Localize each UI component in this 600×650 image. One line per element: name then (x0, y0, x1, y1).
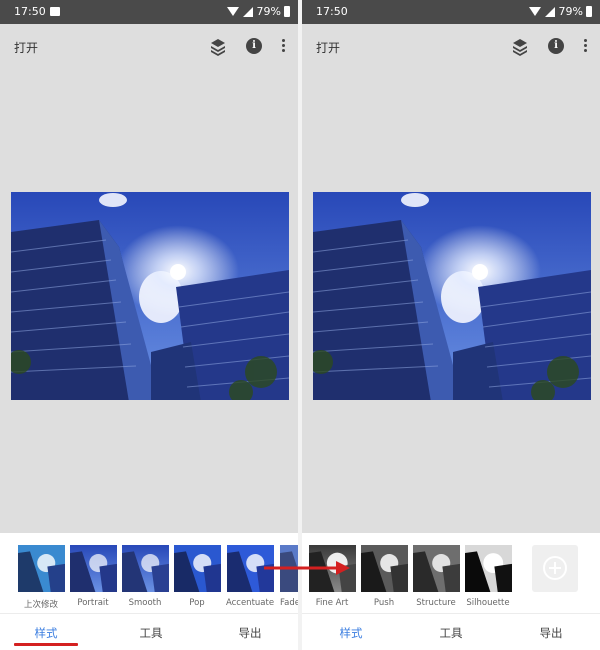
phone-screen-right: 17:50 79% 打开 i Fine Art Push Structure S… (302, 0, 600, 650)
open-button[interactable]: 打开 (14, 39, 38, 56)
filter-label: Fade (280, 598, 298, 608)
image-icon (50, 7, 60, 16)
battery-percent: 79% (256, 5, 281, 18)
filter-thumb-smooth[interactable] (122, 545, 169, 592)
tab-tools[interactable]: 工具 (116, 625, 186, 641)
app-bar: 打开 i (0, 24, 298, 70)
tab-styles[interactable]: 样式 (11, 625, 81, 641)
more-vert-icon[interactable] (282, 39, 286, 53)
layers-icon[interactable] (210, 38, 226, 56)
add-style-button[interactable] (532, 545, 578, 592)
signal-icon (544, 6, 555, 17)
filter-thumb-pop[interactable] (174, 545, 221, 592)
tab-export[interactable]: 导出 (516, 625, 586, 641)
add-style-icon (543, 556, 567, 580)
status-bar: 17:50 79% (0, 0, 298, 24)
building-photo (11, 192, 289, 400)
arrow-icon (264, 561, 350, 575)
tab-styles[interactable]: 样式 (316, 625, 386, 641)
filter-label: Fine Art (315, 598, 349, 608)
app-bar: 打开 i (302, 24, 600, 70)
wifi-icon (226, 7, 239, 16)
building-photo (313, 192, 591, 400)
filter-label: Pop (189, 598, 205, 608)
status-time: 17:50 (316, 5, 348, 18)
signal-icon (242, 6, 253, 17)
filter-thumb-push[interactable] (361, 545, 408, 592)
photo-preview (11, 192, 289, 400)
tab-tools[interactable]: 工具 (416, 625, 486, 641)
filter-thumb-portrait[interactable] (70, 545, 117, 592)
filter-label: Structure (416, 598, 456, 608)
filter-thumb-last-edit[interactable] (18, 545, 65, 592)
battery-icon (284, 6, 290, 17)
more-vert-icon[interactable] (584, 39, 588, 53)
info-icon[interactable]: i (548, 38, 564, 54)
battery-percent: 79% (558, 5, 583, 18)
filter-label: Silhouette (466, 598, 510, 608)
filter-thumb-structure[interactable] (413, 545, 460, 592)
filter-label: Smooth (128, 598, 162, 608)
filter-thumb-silhouette[interactable] (465, 545, 512, 592)
style-filter-strip: 上次修改 Portrait Smooth Pop Accentuate Fade (0, 533, 298, 613)
open-button[interactable]: 打开 (316, 39, 340, 56)
filter-label: Portrait (77, 598, 109, 608)
status-bar: 17:50 79% (302, 0, 600, 24)
phone-screen-left: 17:50 79% 打开 i 上次修改 Portrait Smooth Pop … (0, 0, 298, 650)
active-tab-indicator (14, 643, 78, 646)
info-icon[interactable]: i (246, 38, 262, 54)
filter-label: 上次修改 (23, 600, 58, 610)
photo-preview (313, 192, 591, 400)
battery-icon (586, 6, 592, 17)
status-time: 17:50 (14, 5, 46, 18)
wifi-icon (528, 7, 541, 16)
bottom-nav: 样式 工具 导出 (302, 613, 600, 650)
bottom-nav: 样式 工具 导出 (0, 613, 298, 650)
filter-label: Push (373, 598, 395, 608)
layers-icon[interactable] (512, 38, 528, 56)
tab-export[interactable]: 导出 (215, 625, 285, 641)
